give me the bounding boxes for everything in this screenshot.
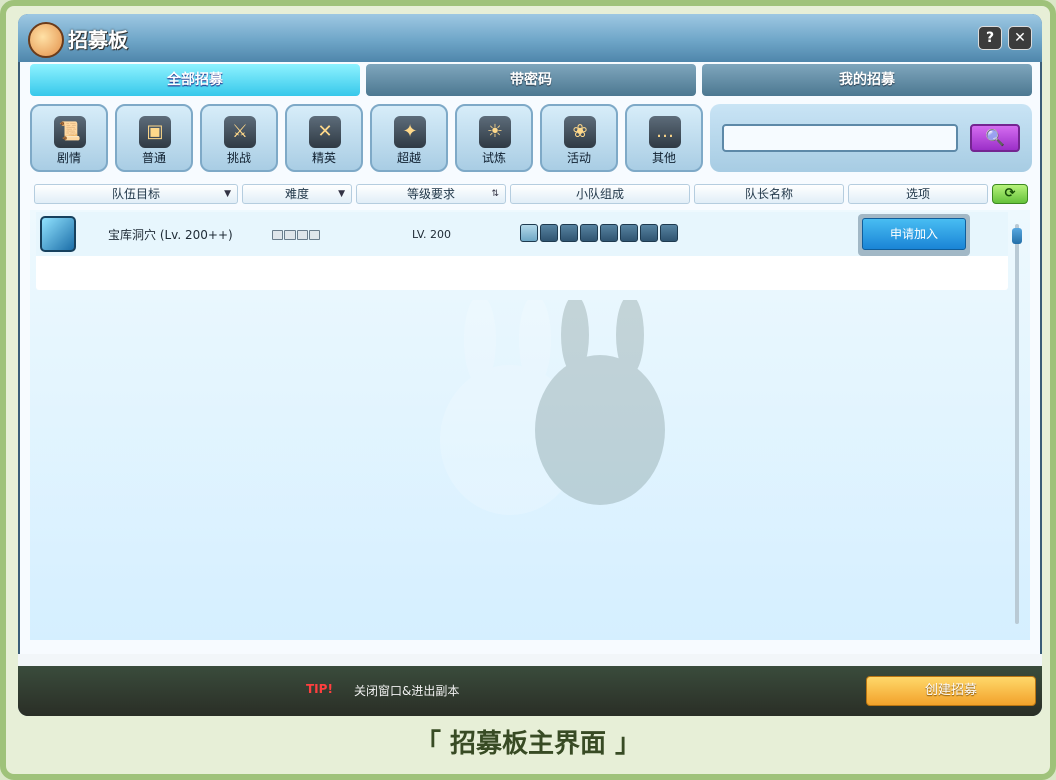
column-level[interactable]: 等级要求 ⇅ (356, 184, 506, 204)
recruit-list: 宝库洞穴 (Lv. 200++) LV. 200 申请加入 (30, 210, 1030, 640)
refresh-button[interactable]: ⟳ (992, 184, 1028, 204)
column-difficulty-label: 难度 (284, 187, 309, 201)
dropdown-arrow-icon: ▼ (224, 189, 231, 199)
close-button[interactable]: ✕ (1008, 26, 1032, 50)
column-target-label: 队伍目标 (111, 187, 160, 201)
column-level-label: 等级要求 (406, 187, 455, 201)
tab-my-recruit[interactable]: 我的招募 (702, 64, 1032, 96)
category-story[interactable]: 📜 剧情 (30, 104, 108, 172)
recruit-board-window: 招募板 ? ✕ 全部招募 带密码 我的招募 📜 剧情 ▣ 普通 ⚔ 挑战 ✕ 精… (18, 14, 1042, 716)
sunrise-icon: ☀ (479, 116, 511, 148)
search-icon: 🔍 (985, 128, 1005, 147)
list-panel: 宝库洞穴 (Lv. 200++) LV. 200 申请加入 (36, 212, 1008, 290)
team-slot-empty (540, 224, 558, 242)
category-challenge[interactable]: ⚔ 挑战 (200, 104, 278, 172)
row-target: 宝库洞穴 (Lv. 200++) (108, 228, 233, 242)
category-event[interactable]: ❀ 活动 (540, 104, 618, 172)
join-button[interactable]: 申请加入 (862, 218, 966, 250)
bottom-bar: TIP! 关闭窗口&进出副本 创建招募 (18, 666, 1042, 716)
bottom-divider (18, 654, 1042, 666)
chest-icon: ▣ (139, 116, 171, 148)
category-filter: 📜 剧情 ▣ 普通 ⚔ 挑战 ✕ 精英 ✦ 超越 ☀ 试炼 ❀ 活动 … 其他 (30, 104, 710, 174)
category-label: 剧情 (56, 151, 81, 165)
team-slot-empty (560, 224, 578, 242)
category-other[interactable]: … 其他 (625, 104, 703, 172)
scroll-thumb[interactable] (1012, 228, 1022, 244)
search-input[interactable] (722, 124, 958, 152)
tab-all-recruit[interactable]: 全部招募 (30, 64, 360, 96)
category-label: 挑战 (226, 151, 251, 165)
rabbit-mascot-watermark (440, 300, 665, 515)
search-button[interactable]: 🔍 (970, 124, 1020, 152)
scroll-icon: 📜 (54, 116, 86, 148)
scrollbar[interactable] (1012, 214, 1022, 634)
tab-with-password[interactable]: 带密码 (366, 64, 696, 96)
app-logo-icon (28, 22, 64, 58)
category-transcend[interactable]: ✦ 超越 (370, 104, 448, 172)
category-label: 精英 (311, 151, 336, 165)
title-bar[interactable]: 招募板 ? ✕ (18, 14, 1042, 62)
difficulty-segment (296, 230, 308, 240)
team-slot-empty (640, 224, 658, 242)
column-target[interactable]: 队伍目标 ▼ (34, 184, 238, 204)
column-leader: 队长名称 (694, 184, 844, 204)
window-title: 招募板 (68, 28, 128, 52)
team-slot-empty (660, 224, 678, 242)
chat-bubble-icon: … (649, 116, 681, 148)
tip-label: TIP! (306, 682, 333, 696)
sword-icon: ⚔ (224, 116, 256, 148)
dropdown-arrow-icon: ▼ (338, 189, 345, 199)
difficulty-segment (308, 230, 320, 240)
refresh-icon: ⟳ (1004, 186, 1016, 201)
team-slot-empty (580, 224, 598, 242)
category-trial[interactable]: ☀ 试炼 (455, 104, 533, 172)
row-level: LV. 200 (412, 228, 452, 241)
difficulty-bar (272, 230, 320, 240)
column-team: 小队组成 (510, 184, 690, 204)
main-tabs: 全部招募 带密码 我的招募 (30, 64, 1032, 96)
team-slot-empty (600, 224, 618, 242)
sort-icon: ⇅ (491, 189, 499, 199)
bouquet-icon: ❀ (564, 116, 596, 148)
category-label: 其他 (651, 151, 676, 165)
column-difficulty[interactable]: 难度 ▼ (242, 184, 352, 204)
team-slot-empty (620, 224, 638, 242)
fire-figure-icon: ✦ (394, 116, 426, 148)
list-header: 队伍目标 ▼ 难度 ▼ 等级要求 ⇅ 小队组成 队长名称 选项 ⟳ (30, 184, 1030, 206)
scroll-track[interactable] (1015, 224, 1019, 624)
category-label: 普通 (141, 151, 166, 165)
difficulty-segment (284, 230, 296, 240)
category-label: 活动 (566, 151, 591, 165)
category-elite[interactable]: ✕ 精英 (285, 104, 363, 172)
category-label: 超越 (396, 151, 421, 165)
create-recruit-button[interactable]: 创建招募 (866, 676, 1036, 706)
crystal-cave-icon (40, 216, 76, 252)
tip-text: 关闭窗口&进出副本 (354, 684, 460, 698)
figure-caption: 「 招募板主界面 」 (414, 729, 642, 759)
difficulty-segment (272, 230, 284, 240)
table-row[interactable]: 宝库洞穴 (Lv. 200++) LV. 200 申请加入 (36, 212, 1008, 256)
team-slot-filled (520, 224, 538, 242)
join-button-frame: 申请加入 (858, 214, 970, 256)
team-slots (520, 224, 678, 242)
category-label: 试炼 (481, 151, 506, 165)
crossed-swords-icon: ✕ (309, 116, 341, 148)
help-button[interactable]: ? (978, 26, 1002, 50)
column-options: 选项 (848, 184, 988, 204)
category-normal[interactable]: ▣ 普通 (115, 104, 193, 172)
search-panel: 🔍 (710, 104, 1032, 172)
